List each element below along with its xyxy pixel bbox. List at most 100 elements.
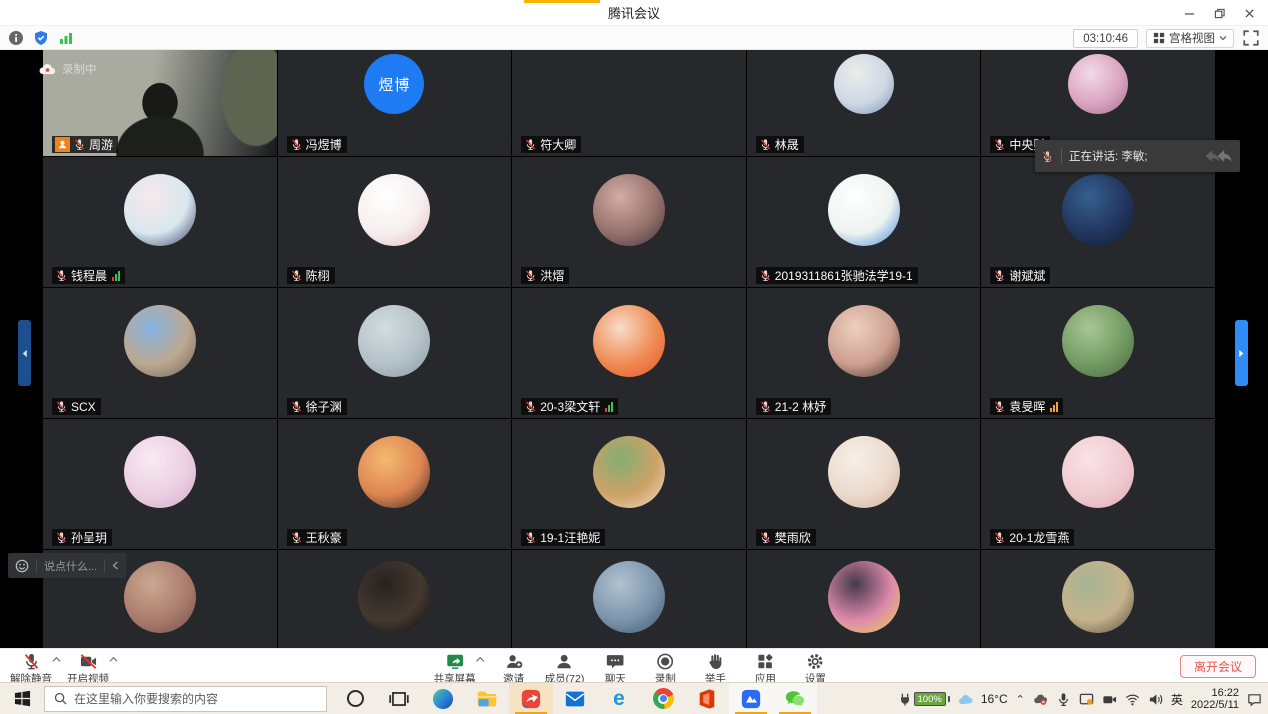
wifi-tray-icon[interactable] <box>1125 692 1140 707</box>
taskbar-cortana-icon[interactable] <box>333 683 377 714</box>
taskbar-search[interactable] <box>44 686 327 712</box>
caret-expand-icon[interactable] <box>52 656 61 663</box>
view-mode-label: 宫格视图 <box>1169 30 1215 46</box>
participant-tile[interactable] <box>981 550 1215 648</box>
toolbar-hand-button[interactable]: 举手 <box>694 651 736 686</box>
meeting-toolbar: 解除静音开启视频 共享屏幕邀请成员(72)聊天录制举手应用设置 离开会议 <box>0 648 1268 682</box>
participant-tile[interactable]: 林晟 <box>747 50 981 156</box>
security-shield-icon[interactable] <box>33 30 49 46</box>
participant-tile[interactable]: 孙呈玥 <box>43 419 277 549</box>
chat-icon <box>606 652 625 671</box>
participant-tile[interactable] <box>278 550 512 648</box>
participant-name: 周游 <box>89 136 113 153</box>
camera-tray-icon[interactable] <box>1102 692 1117 707</box>
taskbar-edge-legacy-icon[interactable]: e <box>597 683 641 714</box>
leave-meeting-button[interactable]: 离开会议 <box>1180 655 1256 678</box>
meeting-info-icon[interactable] <box>8 30 24 46</box>
participant-tile[interactable]: 20-3梁文轩 <box>512 288 746 418</box>
next-page-arrow[interactable] <box>1235 320 1248 386</box>
caret-expand-icon[interactable] <box>476 656 485 663</box>
participant-tile[interactable]: 袁旻晖 <box>981 288 1215 418</box>
toolbar-record-button[interactable]: 录制 <box>644 651 686 686</box>
taskbar-clock[interactable]: 16:22 2022/5/11 <box>1191 687 1239 711</box>
taskbar-tencent-docs-icon[interactable] <box>729 683 773 714</box>
meeting-header-bar: 03:10:46 宫格视图 <box>0 26 1268 50</box>
taskbar-file-explorer-icon[interactable] <box>465 683 509 714</box>
participant-tile[interactable]: 钱程晨 <box>43 157 277 287</box>
participant-tile[interactable] <box>512 550 746 648</box>
fullscreen-icon[interactable] <box>1242 29 1260 47</box>
hidden-icons-chevron[interactable]: ⌃ <box>1016 693 1025 706</box>
volume-tray-icon[interactable] <box>1148 692 1163 707</box>
temperature-label[interactable]: 16°C <box>981 692 1008 706</box>
search-input[interactable] <box>74 692 317 706</box>
start-button[interactable] <box>0 683 44 714</box>
participant-tile[interactable]: 洪熠 <box>512 157 746 287</box>
participant-tile[interactable]: 符大卿 <box>512 50 746 156</box>
toolbar-mic-off-button[interactable]: 解除静音 <box>8 651 54 686</box>
participant-avatar <box>828 561 900 633</box>
toolbar-cam-off-button[interactable]: 开启视频 <box>65 651 111 686</box>
participant-tile[interactable]: 陈栩 <box>278 157 512 287</box>
signal-strength-icon <box>605 402 613 412</box>
participant-avatar <box>828 305 900 377</box>
battery-indicator[interactable]: 100% <box>898 692 950 706</box>
participant-tile[interactable]: 樊雨欣 <box>747 419 981 549</box>
chat-input-placeholder: 说点什么... <box>44 558 97 574</box>
taskbar-tencent-meeting-icon[interactable] <box>509 683 553 714</box>
caret-expand-icon[interactable] <box>109 656 118 663</box>
participant-name-label: 21-2 林妤 <box>756 398 831 415</box>
minimize-icon[interactable] <box>1174 0 1204 26</box>
previous-page-arrow[interactable] <box>18 320 31 386</box>
screen-share-tray-icon[interactable] <box>1079 692 1094 707</box>
emoji-icon <box>15 559 29 573</box>
collapse-chevron-icon <box>112 561 119 570</box>
taskbar-task-view-icon[interactable] <box>377 683 421 714</box>
toolbar-invite-button[interactable]: 邀请 <box>493 651 535 686</box>
cloud-sync-error-icon[interactable] <box>1033 692 1048 707</box>
taskbar-mail-icon[interactable] <box>553 683 597 714</box>
participant-tile[interactable]: 谢斌斌 <box>981 157 1215 287</box>
quick-chat-bar[interactable]: 说点什么... <box>8 553 126 578</box>
participant-tile[interactable]: 2019311861张驰法学19-1 <box>747 157 981 287</box>
taskbar-edge-icon[interactable] <box>421 683 465 714</box>
close-icon[interactable] <box>1234 0 1264 26</box>
participant-name: 19-1汪艳妮 <box>540 529 600 546</box>
members-icon <box>555 652 574 671</box>
taskbar-wechat-icon[interactable] <box>773 683 817 714</box>
participant-tile[interactable]: 煜博冯煜博 <box>278 50 512 156</box>
apps-icon <box>756 652 775 671</box>
participant-tile[interactable]: 徐子渊 <box>278 288 512 418</box>
ime-language-indicator[interactable]: 英 <box>1171 691 1183 708</box>
undo-arrows-icon[interactable] <box>1210 148 1234 164</box>
restore-icon[interactable] <box>1204 0 1234 26</box>
participant-avatar <box>124 436 196 508</box>
participant-name-label: 林晟 <box>756 136 804 153</box>
participant-tile[interactable]: 21-2 林妤 <box>747 288 981 418</box>
taskbar-chrome-icon[interactable] <box>641 683 685 714</box>
toolbar-members-button[interactable]: 成员(72) <box>543 651 587 686</box>
participant-tile[interactable]: SCX <box>43 288 277 418</box>
participant-name: 林晟 <box>775 136 799 153</box>
toolbar-apps-button[interactable]: 应用 <box>744 651 786 686</box>
toolbar-settings-button[interactable]: 设置 <box>794 651 836 686</box>
title-bar: 腾讯会议 <box>0 0 1268 26</box>
action-center-icon[interactable] <box>1247 692 1262 707</box>
weather-icon[interactable] <box>958 692 973 707</box>
participant-tile[interactable]: 王秋豪 <box>278 419 512 549</box>
window-controls <box>1174 0 1264 26</box>
clock-time: 16:22 <box>1191 687 1239 699</box>
muted-mic-icon <box>524 269 537 282</box>
microphone-tray-icon[interactable] <box>1056 692 1071 707</box>
taskbar-office-icon[interactable] <box>685 683 729 714</box>
participant-tile[interactable]: 19-1汪艳妮 <box>512 419 746 549</box>
toolbar-chat-button[interactable]: 聊天 <box>594 651 636 686</box>
participant-tile[interactable] <box>747 550 981 648</box>
view-mode-button[interactable]: 宫格视图 <box>1146 29 1234 48</box>
settings-icon <box>806 652 825 671</box>
toolbar-share-button[interactable]: 共享屏幕 <box>432 651 478 686</box>
participant-name: 袁旻晖 <box>1009 398 1045 415</box>
participant-tile[interactable]: 20-1龙雪燕 <box>981 419 1215 549</box>
participant-name-label: 孙呈玥 <box>52 529 112 546</box>
participant-name-label: 徐子渊 <box>287 398 347 415</box>
